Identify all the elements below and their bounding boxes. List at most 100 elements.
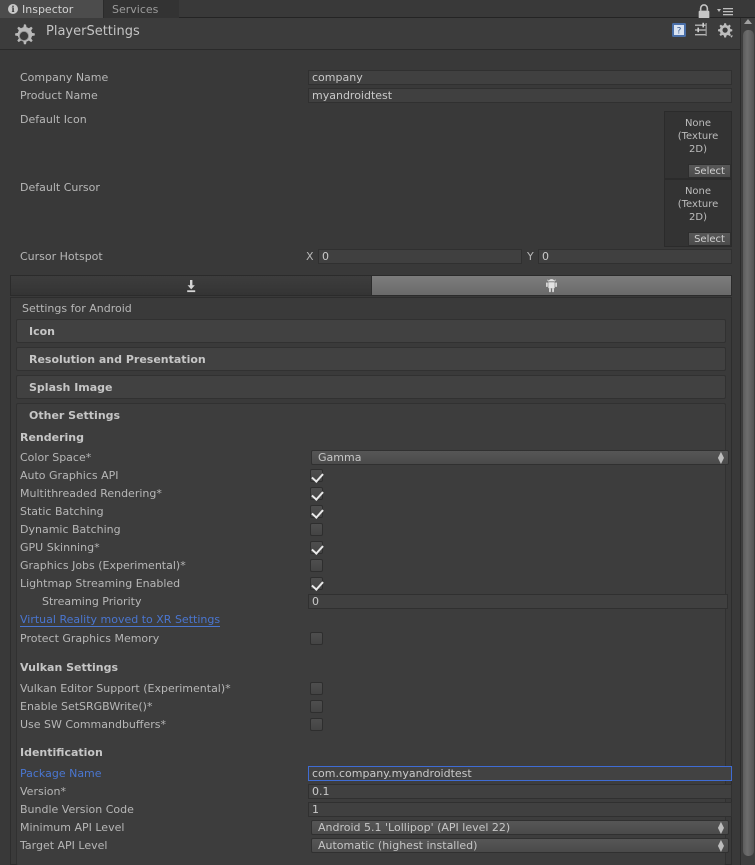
minimum-api-level-label: Minimum API Level	[20, 821, 125, 834]
enable-setsrgbwrite-checkbox[interactable]	[310, 700, 323, 713]
default-cursor-object-field[interactable]: None (Texture 2D) Select	[664, 179, 732, 247]
protect-graphics-memory-label: Protect Graphics Memory	[20, 632, 160, 645]
foldout-splash-label: Splash Image	[29, 381, 113, 394]
default-icon-select-button[interactable]: Select	[688, 164, 731, 178]
bundle-version-code-input[interactable]: 1	[308, 802, 732, 817]
default-cursor-value: None (Texture 2D)	[677, 186, 719, 223]
protect-graphics-memory-checkbox[interactable]	[310, 632, 323, 645]
field-cursor-hotspot: Cursor Hotspot X 0 Y 0	[0, 248, 740, 266]
field-company-name: Company Name company	[0, 69, 740, 87]
static-batching-checkbox[interactable]	[310, 505, 323, 518]
inspector-content: Company Name company Product Name myandr…	[0, 50, 740, 865]
section-heading-vulkan: Vulkan Settings	[20, 661, 119, 674]
row-auto-graphics-api: Auto Graphics API	[0, 467, 740, 485]
product-name-label: Product Name	[20, 89, 98, 102]
header-icon-group: ?	[671, 22, 733, 38]
row-package-name: Package Name com.company.myandroidtest	[0, 765, 740, 783]
row-dynamic-batching: Dynamic Batching	[0, 521, 740, 539]
row-color-space: Color Space* Gamma ▲ ▼	[0, 449, 740, 467]
foldout-splash-image[interactable]: Splash Image	[16, 375, 726, 399]
virtual-reality-xr-settings-link[interactable]: Virtual Reality moved to XR Settings	[20, 613, 221, 627]
tab-inspector-label: Inspector	[22, 2, 74, 16]
dynamic-batching-label: Dynamic Batching	[20, 523, 121, 536]
row-version: Version* 0.1	[0, 783, 740, 801]
default-icon-object-field[interactable]: None (Texture 2D) Select	[664, 111, 732, 179]
default-icon-label: Default Icon	[20, 113, 87, 126]
inspector-window: i Inspector Services PlayerSettings ? Co…	[0, 0, 755, 865]
cursor-hotspot-x-label: X	[306, 250, 314, 263]
version-label: Version*	[20, 785, 66, 798]
row-bundle-version-code: Bundle Version Code 1	[0, 801, 740, 819]
help-book-icon[interactable]: ?	[671, 22, 687, 38]
target-api-level-label: Target API Level	[20, 839, 108, 852]
vertical-scrollbar[interactable]	[740, 18, 755, 865]
default-cursor-label: Default Cursor	[20, 181, 100, 194]
row-minimum-api-level: Minimum API Level Android 5.1 'Lollipop'…	[0, 819, 740, 837]
gear-icon	[15, 24, 35, 45]
company-name-input[interactable]: company	[308, 70, 732, 85]
use-sw-commandbuffers-checkbox[interactable]	[310, 718, 323, 731]
row-gpu-skinning: GPU Skinning*	[0, 539, 740, 557]
target-api-level-value: Automatic (highest installed)	[318, 839, 478, 852]
svg-text:?: ?	[677, 27, 682, 37]
product-name-input[interactable]: myandroidtest	[308, 88, 732, 103]
lightmap-streaming-checkbox[interactable]	[310, 577, 323, 590]
minimum-api-level-dropdown[interactable]: Android 5.1 'Lollipop' (API level 22) ▲ ▼	[311, 820, 729, 835]
section-heading-identification: Identification	[20, 746, 103, 759]
android-robot-icon	[545, 278, 557, 292]
lightmap-streaming-label: Lightmap Streaming Enabled	[20, 577, 181, 590]
row-vulkan-editor-support: Vulkan Editor Support (Experimental)*	[0, 680, 740, 698]
multithreaded-rendering-checkbox[interactable]	[310, 487, 323, 500]
chevron-updown-icon: ▲ ▼	[717, 450, 724, 465]
cursor-hotspot-label: Cursor Hotspot	[20, 250, 103, 263]
gpu-skinning-checkbox[interactable]	[310, 541, 323, 554]
package-name-label: Package Name	[20, 767, 102, 780]
platform-tab-standalone[interactable]	[11, 276, 372, 295]
row-lightmap-streaming-enabled: Lightmap Streaming Enabled	[0, 575, 740, 593]
row-enable-setsrgbwrite: Enable SetSRGBWrite()*	[0, 698, 740, 716]
row-virtual-reality-link: Virtual Reality moved to XR Settings	[0, 611, 740, 629]
graphics-jobs-checkbox[interactable]	[310, 559, 323, 572]
vulkan-editor-support-checkbox[interactable]	[310, 682, 323, 695]
auto-graphics-api-label: Auto Graphics API	[20, 469, 119, 482]
scrollbar-thumb[interactable]	[743, 30, 754, 856]
page-title: PlayerSettings	[46, 24, 140, 39]
color-space-dropdown[interactable]: Gamma ▲ ▼	[311, 450, 729, 465]
info-icon: i	[8, 4, 18, 14]
settings-panel-title: Settings for Android	[22, 302, 132, 315]
default-cursor-select-button[interactable]: Select	[688, 232, 731, 246]
foldout-icon[interactable]: Icon	[16, 319, 726, 343]
chevron-updown-icon: ▲ ▼	[717, 820, 724, 835]
static-batching-label: Static Batching	[20, 505, 104, 518]
foldout-resolution-label: Resolution and Presentation	[29, 353, 206, 366]
row-target-api-level: Target API Level Automatic (highest inst…	[0, 837, 740, 855]
settings-gear-icon[interactable]	[717, 22, 733, 38]
gpu-skinning-label: GPU Skinning*	[20, 541, 100, 554]
scroll-up-arrow-icon[interactable]	[744, 19, 752, 24]
auto-graphics-api-checkbox[interactable]	[310, 469, 323, 482]
row-multithreaded-rendering: Multithreaded Rendering*	[0, 485, 740, 503]
color-space-label: Color Space*	[20, 451, 92, 464]
version-input[interactable]: 0.1	[308, 784, 732, 799]
target-api-level-dropdown[interactable]: Automatic (highest installed) ▲ ▼	[311, 838, 729, 853]
package-name-input[interactable]: com.company.myandroidtest	[308, 766, 732, 781]
row-static-batching: Static Batching	[0, 503, 740, 521]
row-streaming-priority: Streaming Priority 0	[0, 593, 740, 611]
platform-tab-android[interactable]	[371, 276, 731, 295]
tab-services-label: Services	[112, 2, 159, 16]
tab-services[interactable]: Services	[104, 0, 179, 18]
use-sw-commandbuffers-label: Use SW Commandbuffers*	[20, 718, 166, 731]
cursor-hotspot-x-input[interactable]: 0	[318, 249, 522, 264]
streaming-priority-input[interactable]: 0	[308, 594, 728, 609]
dynamic-batching-checkbox[interactable]	[310, 523, 323, 536]
window-tab-strip: i Inspector Services	[0, 0, 755, 19]
chevron-updown-icon: ▲ ▼	[717, 838, 724, 853]
tab-inspector[interactable]: i Inspector	[0, 0, 104, 18]
foldout-resolution-and-presentation[interactable]: Resolution and Presentation	[16, 347, 726, 371]
multithreaded-rendering-label: Multithreaded Rendering*	[20, 487, 162, 500]
minimum-api-level-value: Android 5.1 'Lollipop' (API level 22)	[318, 821, 511, 834]
preset-sliders-icon[interactable]	[694, 22, 710, 38]
cursor-hotspot-y-input[interactable]: 0	[538, 249, 732, 264]
section-heading-rendering: Rendering	[20, 431, 84, 444]
row-protect-graphics-memory: Protect Graphics Memory	[0, 630, 740, 648]
